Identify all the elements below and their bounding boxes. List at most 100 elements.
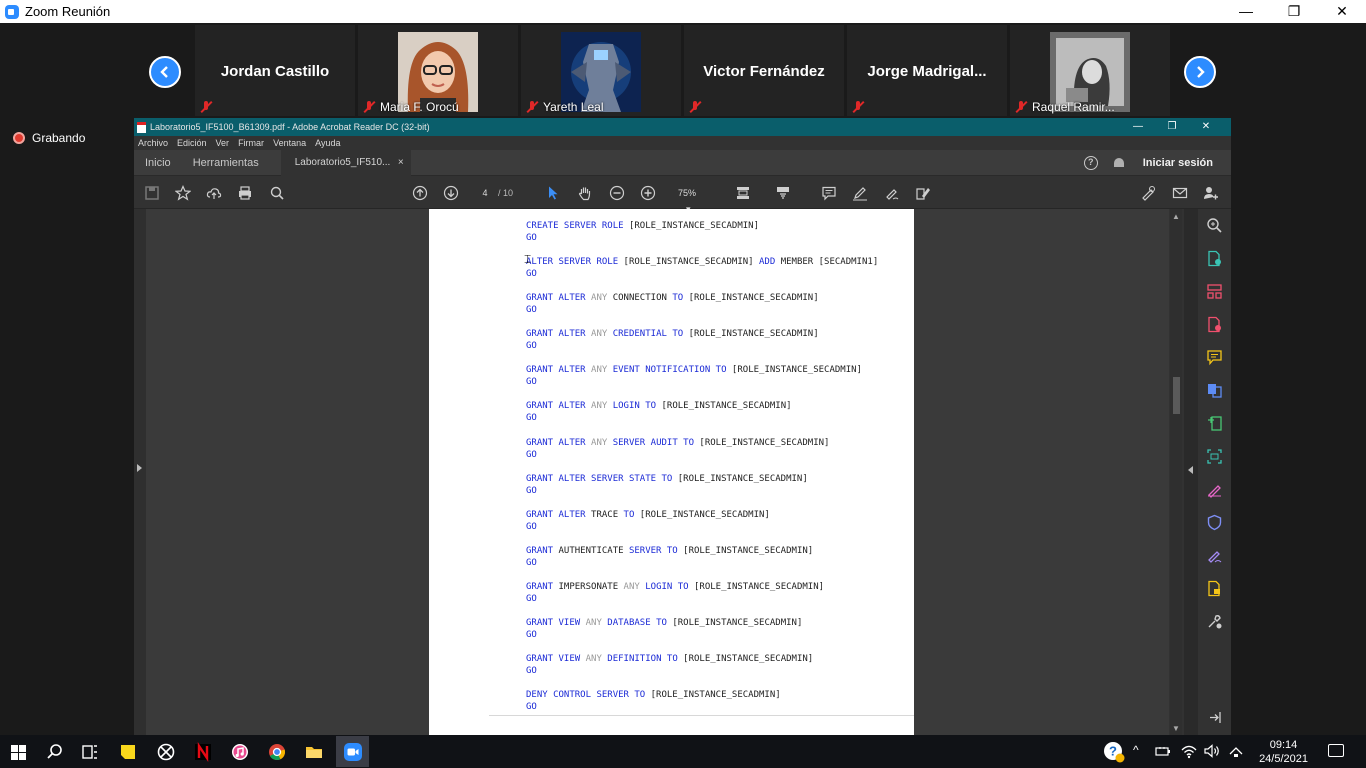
- select-cursor-icon[interactable]: [545, 185, 561, 201]
- sticky-notes-icon[interactable]: [117, 741, 139, 763]
- zoom-taskbar-button[interactable]: [336, 736, 369, 767]
- cloud-upload-icon[interactable]: [206, 185, 222, 201]
- search-zoom-icon[interactable]: [1206, 217, 1223, 234]
- menu-archivo[interactable]: Archivo: [138, 138, 168, 148]
- find-icon[interactable]: [269, 185, 285, 201]
- menu-ayuda[interactable]: Ayuda: [315, 138, 340, 148]
- chrome-icon[interactable]: [266, 741, 288, 763]
- sign-link-icon[interactable]: [1140, 185, 1156, 201]
- send-for-review-icon[interactable]: [1206, 580, 1223, 597]
- organize-pages-icon[interactable]: [1206, 283, 1223, 300]
- close-button[interactable]: ✕: [1318, 0, 1366, 23]
- star-icon[interactable]: [175, 185, 191, 201]
- hand-tool-icon[interactable]: [577, 185, 593, 201]
- wifi-icon[interactable]: [1180, 742, 1198, 760]
- menu-ventana[interactable]: Ventana: [273, 138, 306, 148]
- itunes-icon[interactable]: [229, 741, 251, 763]
- tab-tools[interactable]: Herramientas: [193, 157, 259, 169]
- task-view-icon[interactable]: [79, 741, 101, 763]
- bell-icon[interactable]: [1113, 157, 1125, 169]
- add-user-icon[interactable]: [1203, 185, 1219, 201]
- scan-ocr-icon[interactable]: [1206, 448, 1223, 465]
- right-pane-toggle[interactable]: [1184, 209, 1198, 735]
- help-badge-icon[interactable]: ?: [1102, 740, 1126, 764]
- muted-mic-icon: [688, 100, 702, 114]
- xbox-icon[interactable]: [155, 741, 177, 763]
- scrollbar-thumb[interactable]: [1173, 377, 1180, 414]
- help-icon[interactable]: ?: [1083, 156, 1098, 170]
- acrobat-window: Laboratorio5_IF5100_B61309.pdf - Adobe A…: [134, 118, 1231, 735]
- draw-icon[interactable]: [884, 185, 900, 201]
- acrobat-restore-button[interactable]: ❐: [1155, 118, 1189, 136]
- zoom-level-select[interactable]: 75% ▾: [672, 185, 716, 214]
- page-fit-icon[interactable]: [735, 185, 751, 201]
- acrobat-minimize-button[interactable]: —: [1121, 118, 1155, 136]
- sql-token: GRANT ALTER: [526, 437, 592, 448]
- signin-button[interactable]: Iniciar sesión: [1143, 157, 1213, 169]
- zoom-out-icon[interactable]: [609, 185, 625, 201]
- sql-token: ANY: [591, 329, 608, 340]
- recording-indicator[interactable]: Grabando: [13, 131, 85, 145]
- collapse-pane-icon[interactable]: [1206, 709, 1223, 726]
- tab-home[interactable]: Inicio: [145, 157, 171, 169]
- email-icon[interactable]: [1172, 185, 1188, 201]
- next-page-button[interactable]: [1184, 56, 1216, 88]
- scroll-mode-icon[interactable]: [775, 185, 791, 201]
- muted-mic-icon: [525, 100, 539, 114]
- more-tools-icon[interactable]: [1206, 613, 1223, 630]
- minimize-button[interactable]: —: [1222, 0, 1270, 23]
- menu-ver[interactable]: Ver: [216, 138, 230, 148]
- comment-tool-icon[interactable]: [1206, 349, 1223, 366]
- prev-page-button[interactable]: [149, 56, 181, 88]
- page-number-input[interactable]: 4: [472, 185, 498, 201]
- restore-button[interactable]: ❐: [1270, 0, 1318, 23]
- sql-token: AUTHENTICATE: [553, 545, 629, 556]
- sql-go-line: GO: [526, 269, 537, 280]
- acrobat-close-button[interactable]: ✕: [1189, 118, 1223, 136]
- muted-mic-icon: [851, 100, 865, 114]
- participant-tile[interactable]: Yareth Leal: [521, 25, 681, 116]
- participant-tile[interactable]: Raquel Ramir...: [1010, 25, 1170, 116]
- save-icon[interactable]: [144, 185, 160, 201]
- edit-pdf-icon[interactable]: [1206, 415, 1223, 432]
- scroll-down-icon[interactable]: ▼: [1172, 724, 1180, 733]
- next-page-icon[interactable]: [443, 185, 459, 201]
- export-pdf-icon[interactable]: [1206, 250, 1223, 267]
- document-viewport[interactable]: CREATE SERVER ROLE [ROLE_INSTANCE_SECADM…: [146, 209, 1169, 735]
- network-icon[interactable]: [1227, 742, 1245, 760]
- previous-page-icon[interactable]: [412, 185, 428, 201]
- participant-tile[interactable]: Jordan Castillo: [195, 25, 355, 116]
- vertical-scrollbar[interactable]: ▲ ▼: [1170, 209, 1182, 735]
- battery-plug-icon[interactable]: [1154, 742, 1172, 760]
- participant-tile[interactable]: Maria F. Orocú: [358, 25, 518, 116]
- print-icon[interactable]: [237, 185, 253, 201]
- combine-files-icon[interactable]: [1206, 382, 1223, 399]
- zoom-in-icon[interactable]: [640, 185, 656, 201]
- file-explorer-icon[interactable]: [303, 741, 325, 763]
- netflix-icon[interactable]: [192, 741, 214, 763]
- fill-and-sign-icon[interactable]: [1206, 481, 1223, 498]
- action-center-icon[interactable]: [1328, 744, 1344, 757]
- menu-firmar[interactable]: Firmar: [238, 138, 264, 148]
- create-pdf-icon[interactable]: [1206, 316, 1223, 333]
- sql-token: DENY CONTROL SERVER TO: [526, 690, 646, 701]
- volume-icon[interactable]: [1203, 742, 1221, 760]
- protect-shield-icon[interactable]: [1206, 514, 1223, 531]
- highlight-pen-icon[interactable]: [852, 185, 868, 201]
- scroll-up-icon[interactable]: ▲: [1172, 212, 1180, 221]
- request-signature-icon[interactable]: [1206, 547, 1223, 564]
- left-pane-toggle[interactable]: [134, 209, 146, 735]
- tab-document[interactable]: Laboratorio5_IF510... ×: [280, 149, 411, 176]
- participant-tile[interactable]: Jorge Madrigal...: [847, 25, 1007, 116]
- start-button[interactable]: [7, 741, 29, 763]
- taskbar-clock[interactable]: 09:14 24/5/2021: [1259, 738, 1308, 766]
- search-icon[interactable]: [44, 741, 66, 763]
- close-tab-icon[interactable]: ×: [398, 150, 404, 176]
- chevron-up-icon[interactable]: ^: [1133, 743, 1139, 757]
- menu-edicion[interactable]: Edición: [177, 138, 207, 148]
- zoom-logo-icon: [5, 4, 19, 19]
- comment-icon[interactable]: [821, 185, 837, 201]
- participant-tile[interactable]: Victor Fernández: [684, 25, 844, 116]
- sql-line: CREATE SERVER ROLE [ROLE_INSTANCE_SECADM…: [526, 220, 878, 232]
- fill-sign-icon[interactable]: [915, 185, 931, 201]
